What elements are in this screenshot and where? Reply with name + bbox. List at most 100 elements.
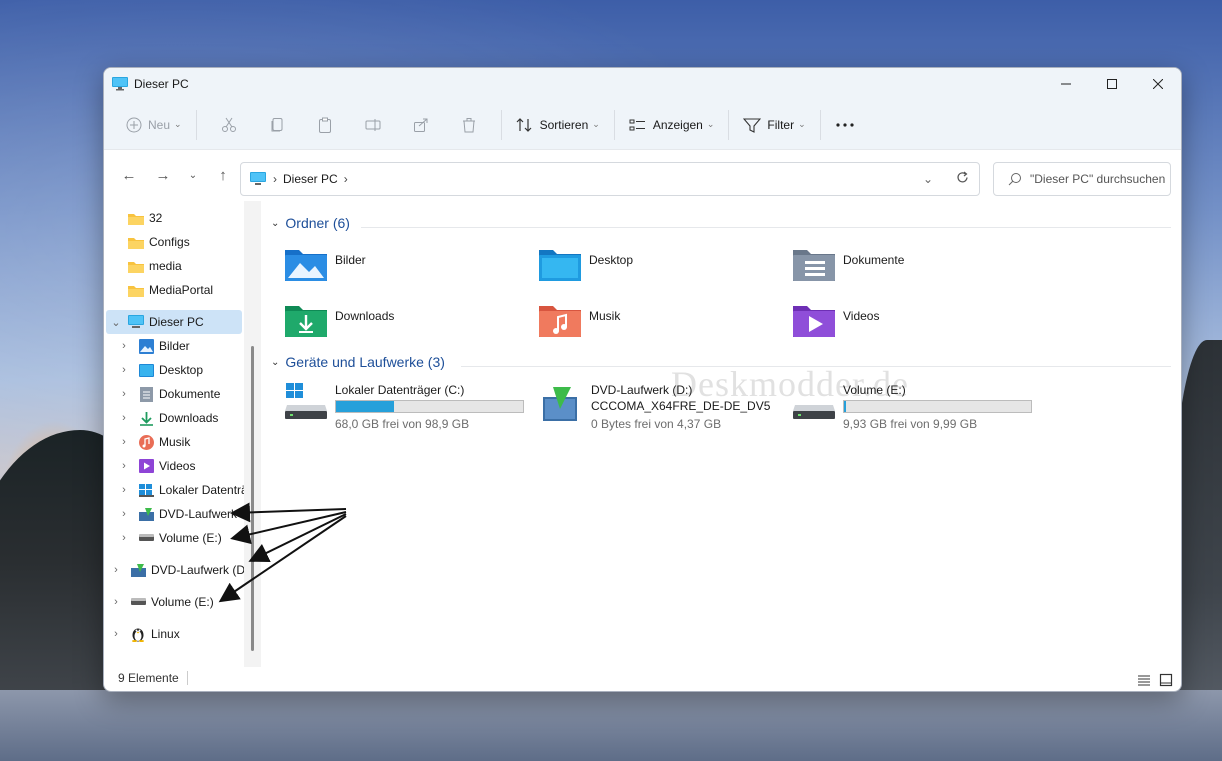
- sidebar-item-desktop[interactable]: › Desktop: [118, 358, 203, 382]
- details-view-icon[interactable]: [1137, 673, 1151, 687]
- sidebar-scrollbar[interactable]: [244, 201, 261, 667]
- sidebar-item-volume-e-root[interactable]: › Volume (E:): [110, 590, 214, 614]
- desktop-folder-icon: [539, 250, 581, 281]
- folder-name: Bilder: [335, 253, 366, 267]
- view-button[interactable]: Anzeigen ⌄: [623, 108, 721, 142]
- sidebar-item-linux[interactable]: › Linux: [110, 622, 180, 646]
- hard-drive-icon: [130, 594, 146, 610]
- sidebar-item-downloads[interactable]: › Downloads: [118, 406, 218, 430]
- address-bar[interactable]: › Dieser PC › ⌄: [240, 162, 980, 196]
- sidebar-item-videos[interactable]: › Videos: [118, 454, 195, 478]
- chevron-right-icon[interactable]: ›: [110, 596, 122, 608]
- folder-tile-dokumente[interactable]: Dokumente: [793, 247, 904, 281]
- folder-tile-downloads[interactable]: Downloads: [285, 303, 394, 337]
- more-options-button[interactable]: [829, 108, 867, 142]
- sidebar-item-dokumente[interactable]: › Dokumente: [118, 382, 220, 406]
- content-pane: ⌄ Ordner (6) Bilder Desktop Dokumente Do…: [261, 201, 1181, 667]
- new-button[interactable]: Neu ⌄: [120, 108, 188, 142]
- sidebar-item-dvd-drive[interactable]: › DVD-Laufwerk: [118, 502, 237, 526]
- chevron-right-icon[interactable]: ›: [118, 340, 130, 352]
- drives-heading: Geräte und Laufwerke (3): [285, 354, 445, 370]
- drive-free-space: 9,93 GB frei von 9,99 GB: [843, 417, 978, 431]
- drive-usage-bar: [335, 400, 524, 413]
- sort-button[interactable]: Sortieren ⌄: [510, 108, 606, 142]
- address-actions: ⌄: [911, 163, 979, 195]
- share-button[interactable]: [397, 108, 445, 142]
- chevron-right-icon[interactable]: ›: [110, 564, 122, 576]
- folder-name: Musik: [589, 309, 621, 323]
- window-controls: [1043, 68, 1181, 100]
- divider: [361, 227, 1171, 228]
- back-button[interactable]: ←: [112, 160, 146, 190]
- chevron-right-icon[interactable]: ›: [118, 508, 130, 520]
- dvd-drive-icon: [138, 506, 154, 522]
- refresh-button[interactable]: [945, 171, 979, 187]
- linux-penguin-icon: [130, 626, 146, 642]
- folder-tile-videos[interactable]: Videos: [793, 303, 879, 337]
- sidebar-item-label: DVD-Laufwerk: [159, 507, 238, 521]
- drive-usage-fill: [844, 401, 846, 412]
- sidebar-item-bilder[interactable]: › Bilder: [118, 334, 190, 358]
- hard-drive-icon: [138, 530, 154, 546]
- up-button[interactable]: ↑: [206, 160, 240, 190]
- desktop-icon: [138, 362, 154, 378]
- more-dots-icon: [836, 122, 854, 127]
- chevron-right-icon[interactable]: ›: [118, 364, 130, 376]
- separator: [728, 109, 730, 140]
- close-button[interactable]: [1135, 68, 1181, 100]
- folder-tile-bilder[interactable]: Bilder: [285, 247, 366, 281]
- search-input[interactable]: "Dieser PC" durchsuchen: [993, 162, 1171, 196]
- sidebar-item-media[interactable]: media: [128, 254, 182, 278]
- chevron-right-icon[interactable]: ›: [118, 532, 130, 544]
- breadcrumb-chevron-icon[interactable]: ›: [344, 172, 348, 186]
- address-history-button[interactable]: ⌄: [911, 172, 945, 186]
- recent-locations-button[interactable]: ⌄: [180, 160, 206, 190]
- folders-group-header[interactable]: ⌄ Ordner (6): [271, 215, 350, 231]
- copy-button[interactable]: [253, 108, 301, 142]
- sidebar-item-mediaportal[interactable]: MediaPortal: [128, 278, 213, 302]
- sort-icon: [516, 117, 531, 132]
- drive-usage-fill: [336, 401, 394, 412]
- sidebar-item-this-pc[interactable]: ⌄ Dieser PC: [110, 310, 204, 334]
- title-bar[interactable]: Dieser PC: [104, 68, 1181, 100]
- sidebar-item-musik[interactable]: › Musik: [118, 430, 190, 454]
- chevron-down-icon[interactable]: ⌄: [110, 316, 122, 329]
- drives-group-header[interactable]: ⌄ Geräte und Laufwerke (3): [271, 354, 445, 370]
- cut-button[interactable]: [205, 108, 253, 142]
- folder-tile-musik[interactable]: Musik: [539, 303, 620, 337]
- minimize-button[interactable]: [1043, 68, 1089, 100]
- chevron-right-icon[interactable]: ›: [118, 460, 130, 472]
- rename-button[interactable]: [349, 108, 397, 142]
- filter-button[interactable]: Filter ⌄: [737, 108, 811, 142]
- maximize-button[interactable]: [1089, 68, 1135, 100]
- chevron-right-icon[interactable]: ›: [118, 388, 130, 400]
- sidebar-item-32[interactable]: 32: [128, 206, 162, 230]
- forward-button[interactable]: →: [146, 160, 180, 190]
- sidebar-item-local-disk[interactable]: › Lokaler Datenträ: [118, 478, 244, 502]
- chevron-right-icon[interactable]: ›: [118, 436, 130, 448]
- videos-icon: [138, 458, 154, 474]
- sidebar-item-configs[interactable]: Configs: [128, 230, 190, 254]
- large-icons-view-icon[interactable]: [1159, 673, 1173, 687]
- sidebar-item-volume-e[interactable]: › Volume (E:): [118, 526, 222, 550]
- delete-button[interactable]: [445, 108, 493, 142]
- sidebar-item-dvd-drive-root[interactable]: › DVD-Laufwerk (D:: [110, 558, 244, 582]
- separator: [613, 109, 615, 140]
- videos-folder-icon: [793, 306, 835, 337]
- folder-tile-desktop[interactable]: Desktop: [539, 247, 633, 281]
- windows-drive-icon: [285, 383, 327, 419]
- chevron-right-icon[interactable]: ›: [118, 484, 130, 496]
- separator: [195, 109, 197, 140]
- chevron-right-icon[interactable]: ›: [110, 628, 122, 640]
- arrow-right-icon: →: [155, 166, 171, 184]
- chevron-down-icon: ⌄: [174, 119, 182, 129]
- paste-button[interactable]: [301, 108, 349, 142]
- copy-icon: [271, 117, 283, 131]
- documents-folder-icon: [793, 250, 835, 281]
- drive-usage-bar: [843, 400, 1032, 413]
- breadcrumb-chevron-icon: ›: [273, 172, 277, 186]
- chevron-right-icon[interactable]: ›: [118, 412, 130, 424]
- navigation-pane: 32 Configs media MediaPortal ⌄ Dieser PC…: [104, 201, 244, 667]
- scrollbar-thumb[interactable]: [251, 346, 254, 651]
- breadcrumb-this-pc[interactable]: Dieser PC: [283, 172, 338, 186]
